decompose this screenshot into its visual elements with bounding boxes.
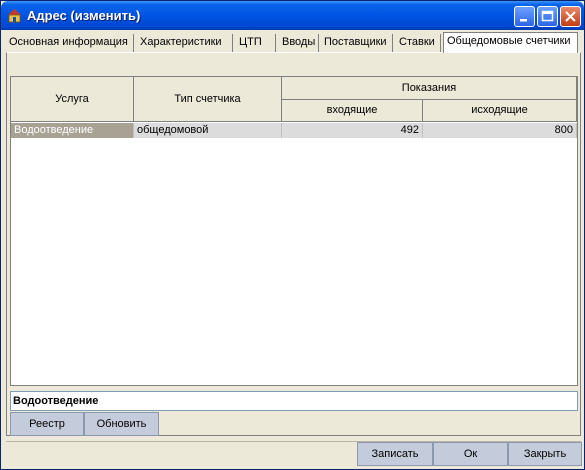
tab-characteristics[interactable]: Характеристики: [137, 34, 233, 52]
maximize-icon: [541, 10, 554, 22]
cell-outgoing[interactable]: 800: [423, 123, 577, 138]
window-title: Адрес (изменить): [27, 8, 141, 23]
header-readings: Показания: [282, 77, 577, 100]
maximize-button[interactable]: [537, 6, 558, 27]
header-incoming[interactable]: входящие: [282, 100, 423, 122]
tab-main-info[interactable]: Основная информация: [6, 34, 134, 52]
tab-rates[interactable]: Ставки: [396, 34, 441, 52]
save-button[interactable]: Записать: [357, 442, 433, 466]
tab-common-meters[interactable]: Общедомовые счетчики: [443, 32, 578, 53]
cell-service[interactable]: Водоотведение: [11, 123, 134, 138]
minimize-icon: [520, 19, 527, 22]
close-window-button[interactable]: [560, 6, 581, 27]
close-icon: [565, 11, 576, 22]
ok-button[interactable]: Ок: [433, 442, 508, 466]
selected-service-label: Водоотведение: [10, 391, 578, 411]
refresh-button[interactable]: Обновить: [84, 412, 159, 436]
header-outgoing[interactable]: исходящие: [423, 100, 577, 122]
tab-inputs[interactable]: Вводы: [279, 34, 319, 52]
tab-ctp[interactable]: ЦТП: [236, 34, 276, 52]
cell-incoming[interactable]: 492: [282, 123, 423, 138]
close-button[interactable]: Закрыть: [508, 442, 582, 466]
registry-button[interactable]: Реестр: [10, 412, 84, 436]
table-row[interactable]: Водоотведение общедомовой 492 800: [11, 123, 577, 138]
cell-meter-type[interactable]: общедомовой: [134, 123, 282, 138]
header-meter-type[interactable]: Тип счетчика: [134, 77, 282, 122]
minimize-button[interactable]: [514, 6, 535, 27]
meters-grid[interactable]: Услуга Тип счетчика Показания входящие и…: [10, 76, 578, 386]
app-icon: [8, 9, 21, 23]
header-service[interactable]: Услуга: [11, 77, 134, 122]
tab-suppliers[interactable]: Поставщики: [321, 34, 393, 52]
title-bar[interactable]: Адрес (изменить): [1, 1, 584, 30]
tab-strip: Основная информация Характеристики ЦТП В…: [6, 32, 580, 53]
window: Адрес (изменить) Основная информация Хар…: [0, 0, 585, 470]
